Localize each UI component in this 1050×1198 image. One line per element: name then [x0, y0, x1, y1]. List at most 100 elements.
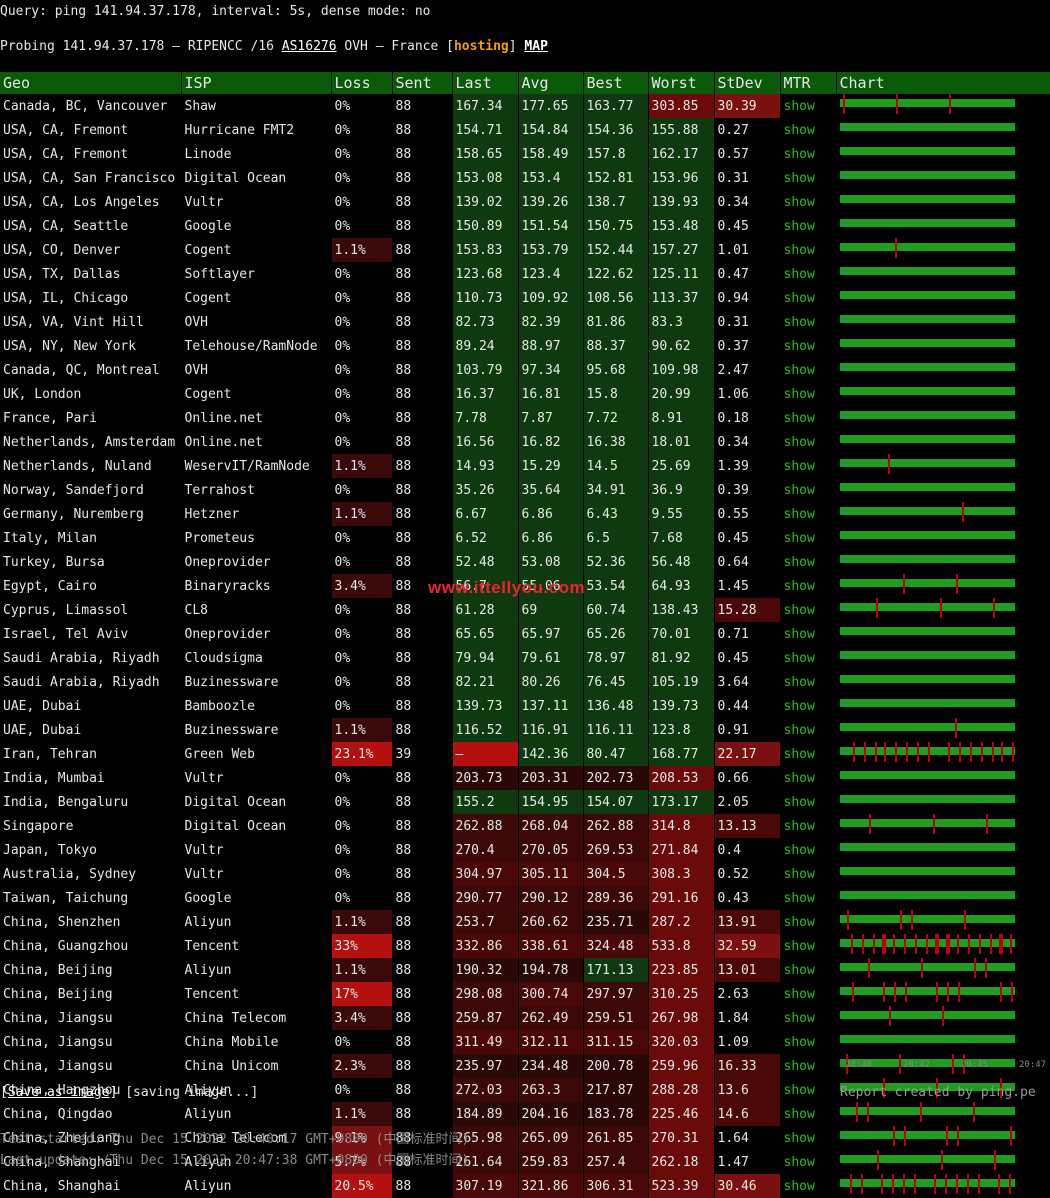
cell-avg: 259.83	[518, 1150, 584, 1174]
loss-spike	[902, 574, 905, 594]
loss-spike	[892, 934, 895, 954]
row-chart	[836, 382, 1050, 406]
mtr-show-link[interactable]: show	[780, 982, 837, 1006]
mtr-show-link[interactable]: show	[780, 622, 837, 646]
latency-band	[839, 819, 1015, 827]
mtr-show-link[interactable]: show	[780, 1006, 837, 1030]
mtr-show-link[interactable]: show	[780, 382, 837, 406]
mtr-show-link[interactable]: show	[780, 598, 837, 622]
mtr-show-link[interactable]: show	[780, 934, 837, 958]
mtr-show-link[interactable]: show	[780, 430, 837, 454]
mtr-show-link[interactable]: show	[780, 166, 837, 190]
row-chart	[836, 934, 1050, 958]
cell-sent: 88	[392, 190, 453, 214]
mtr-show-link[interactable]: show	[780, 646, 837, 670]
cell-last: 103.79	[452, 358, 519, 382]
cell-last: 203.73	[452, 766, 519, 790]
cell-worst: 314.8	[648, 814, 715, 838]
row-chart	[836, 766, 1050, 790]
row-chart	[836, 670, 1050, 694]
cell-worst: 157.27	[648, 238, 715, 262]
mtr-show-link[interactable]: show	[780, 1054, 837, 1078]
save-as-image-link[interactable]: Save as image	[8, 1085, 110, 1100]
cell-isp: Softlayer	[181, 262, 332, 286]
cell-best: 202.73	[583, 766, 649, 790]
cell-isp: Aliyun	[181, 1102, 332, 1126]
probe-suffix: ]	[508, 39, 525, 54]
mtr-show-link[interactable]: show	[780, 238, 837, 262]
cell-sent: 88	[392, 430, 453, 454]
mtr-show-link[interactable]: show	[780, 406, 837, 430]
mtr-show-link[interactable]: show	[780, 1078, 837, 1102]
mtr-show-link[interactable]: show	[780, 958, 837, 982]
loss-spike	[956, 934, 959, 954]
table-row: USA, CA, San Francisco Digital Ocean 0% 88 1…	[0, 166, 1050, 190]
cell-avg: 153.79	[518, 238, 584, 262]
mtr-show-link[interactable]: show	[780, 142, 837, 166]
mtr-show-link[interactable]: show	[780, 550, 837, 574]
cell-best: 78.97	[583, 646, 649, 670]
cell-best: 76.45	[583, 670, 649, 694]
table-row: Singapore Digital Ocean 0% 88 262.88 268.04 26…	[0, 814, 1050, 838]
cell-last: 153.08	[452, 166, 519, 190]
mtr-show-link[interactable]: show	[780, 574, 837, 598]
cell-geo: India, Mumbai	[0, 766, 182, 790]
latency-sparkline	[839, 555, 1015, 563]
loss-spike	[898, 1054, 901, 1074]
cell-stdev: 13.91	[714, 910, 781, 934]
mtr-show-link[interactable]: show	[780, 694, 837, 718]
loss-spike	[905, 742, 908, 762]
as-link[interactable]: AS16276	[282, 39, 337, 54]
mtr-show-link[interactable]: show	[780, 118, 837, 142]
mtr-show-link[interactable]: show	[780, 1174, 837, 1198]
table-row: USA, VA, Vint Hill OVH 0% 88 82.73 82.39 81.86…	[0, 310, 1050, 334]
mtr-show-link[interactable]: show	[780, 1102, 837, 1126]
mtr-show-link[interactable]: show	[780, 478, 837, 502]
loss-spike	[961, 502, 964, 522]
mtr-show-link[interactable]: show	[780, 214, 837, 238]
mtr-show-link[interactable]: show	[780, 286, 837, 310]
mtr-show-link[interactable]: show	[780, 886, 837, 910]
mtr-show-link[interactable]: show	[780, 262, 837, 286]
cell-stdev: 0.31	[714, 166, 781, 190]
mtr-show-link[interactable]: show	[780, 310, 837, 334]
table-row: UK, London Cogent 0% 88 16.37 16.81 15.8 20.99 1…	[0, 382, 1050, 406]
mtr-show-link[interactable]: show	[780, 838, 837, 862]
cell-worst: 25.69	[648, 454, 715, 478]
report-credit[interactable]: Report created by ping.pe	[840, 1085, 1036, 1100]
row-chart	[836, 142, 1050, 166]
mtr-show-link[interactable]: show	[780, 1150, 837, 1174]
cell-geo: Iran, Tehran	[0, 742, 182, 766]
cell-sent: 88	[392, 502, 453, 526]
mtr-show-link[interactable]: show	[780, 718, 837, 742]
loss-spike	[888, 1006, 891, 1026]
row-chart	[836, 1150, 1050, 1174]
cell-isp: Hurricane FMT2	[181, 118, 332, 142]
row-chart	[836, 358, 1050, 382]
cell-best: 304.5	[583, 862, 649, 886]
mtr-show-link[interactable]: show	[780, 526, 837, 550]
cell-isp: Binaryracks	[181, 574, 332, 598]
mtr-show-link[interactable]: show	[780, 358, 837, 382]
mtr-show-link[interactable]: show	[780, 454, 837, 478]
mtr-show-link[interactable]: show	[780, 742, 837, 766]
mtr-show-link[interactable]: show	[780, 910, 837, 934]
mtr-show-link[interactable]: show	[780, 502, 837, 526]
mtr-show-link[interactable]: show	[780, 862, 837, 886]
mtr-show-link[interactable]: show	[780, 790, 837, 814]
loss-spike	[875, 598, 878, 618]
cell-last: 158.65	[452, 142, 519, 166]
mtr-show-link[interactable]: show	[780, 1126, 837, 1150]
mtr-show-link[interactable]: show	[780, 94, 837, 118]
cell-sent: 88	[392, 382, 453, 406]
mtr-show-link[interactable]: show	[780, 1030, 837, 1054]
mtr-show-link[interactable]: show	[780, 814, 837, 838]
mtr-show-link[interactable]: show	[780, 190, 837, 214]
cell-isp: Terrahost	[181, 478, 332, 502]
mtr-show-link[interactable]: show	[780, 670, 837, 694]
map-link[interactable]: MAP	[524, 39, 547, 54]
mtr-show-link[interactable]: show	[780, 766, 837, 790]
mtr-show-link[interactable]: show	[780, 334, 837, 358]
cell-last: 304.97	[452, 862, 519, 886]
cell-loss: 0%	[331, 1078, 393, 1102]
